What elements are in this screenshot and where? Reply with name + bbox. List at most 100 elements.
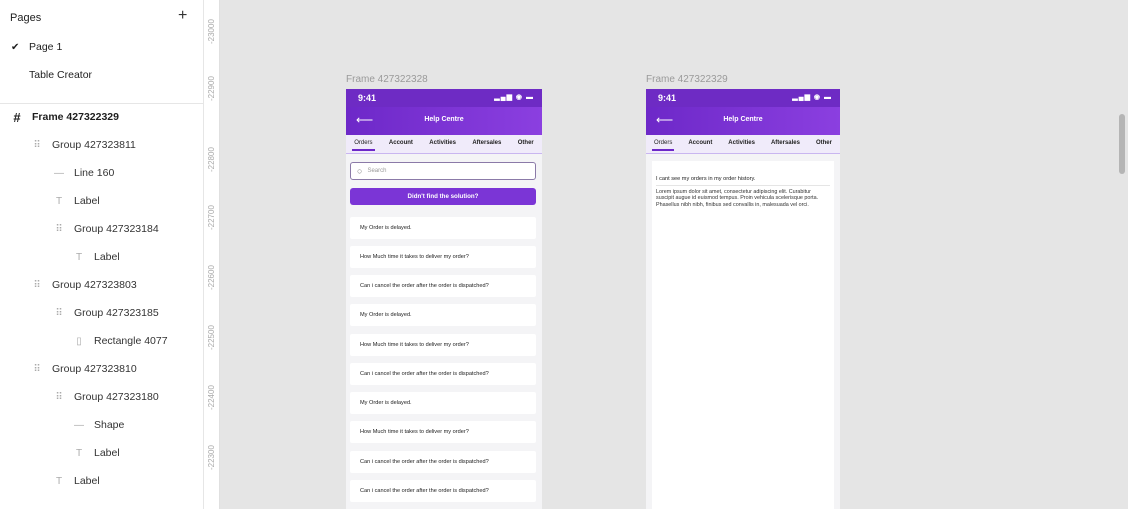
frame-title[interactable]: Frame 427322328: [346, 74, 428, 85]
frame-title[interactable]: Frame 427322329: [646, 74, 728, 85]
layer-label: Label: [74, 195, 100, 207]
tab-orders[interactable]: Orders: [352, 140, 375, 151]
layer-label: Line 160: [74, 167, 115, 179]
ruler-tick: -22700: [207, 205, 216, 230]
status-bar: 9:41 ▂▄▆ ◉ ▬: [346, 89, 542, 107]
canvas-scrollbar[interactable]: [1119, 114, 1125, 174]
layer-item[interactable]: — Shape: [0, 414, 203, 436]
group-icon: ⠿: [55, 391, 63, 403]
layer-label: Group 427323811: [52, 139, 136, 151]
page-item-page-1[interactable]: ✔ Page 1: [0, 37, 203, 57]
faq-item[interactable]: My Order is delayed.: [350, 304, 536, 326]
group-icon: ⠿: [55, 307, 63, 319]
layer-frame[interactable]: # Frame 427322329: [0, 106, 203, 128]
app-bar-title: Help Centre: [723, 116, 763, 123]
didnt-find-solution-button[interactable]: Didn't find the solution?: [350, 188, 536, 205]
group-icon: ⠿: [55, 223, 63, 235]
text-icon: T: [75, 251, 83, 263]
phone-frame-help-list[interactable]: 9:41 ▂▄▆ ◉ ▬ ⟵ Help Centre Orders Accoun…: [346, 89, 542, 509]
layer-label: Group 427323803: [52, 279, 137, 291]
status-bar: 9:41 ▂▄▆ ◉ ▬: [646, 89, 840, 107]
line-icon: —: [54, 167, 64, 179]
layer-item[interactable]: ⠿ Group 427323810: [0, 358, 203, 380]
ruler-tick: -22800: [207, 147, 216, 172]
answer-question: I cant see my orders in my order history…: [656, 176, 756, 182]
faq-item[interactable]: How Much time it takes to deliver my ord…: [350, 334, 536, 356]
panel-divider: [0, 103, 203, 104]
line-icon: —: [74, 419, 84, 431]
page-label: Table Creator: [29, 69, 93, 81]
layer-item[interactable]: ⠿ Group 427323185: [0, 302, 203, 324]
ruler-tick: -22500: [207, 325, 216, 350]
faq-item[interactable]: Can i cancel the order after the order i…: [350, 363, 536, 385]
figma-editor: Pages + ✔ Page 1 Table Creator # Frame 4…: [0, 0, 1128, 509]
layer-label: Label: [94, 447, 120, 459]
tab-account[interactable]: Account: [688, 140, 712, 149]
app-bar: ⟵ Help Centre: [346, 107, 542, 135]
layer-label: Label: [74, 475, 100, 487]
layer-item[interactable]: T Label: [0, 190, 203, 212]
layer-label: Group 427323184: [74, 223, 159, 235]
answer-card: I cant see my orders in my order history…: [652, 161, 834, 509]
text-icon: T: [55, 475, 63, 487]
tab-activities[interactable]: Activities: [429, 140, 456, 149]
layer-label: Group 427323810: [52, 363, 137, 375]
rectangle-icon: ▯: [76, 335, 82, 347]
tab-aftersales[interactable]: Aftersales: [472, 140, 501, 149]
ruler-tick: -23000: [207, 19, 216, 44]
status-time: 9:41: [658, 93, 677, 103]
tab-activities[interactable]: Activities: [728, 140, 755, 149]
layer-item[interactable]: T Label: [0, 470, 203, 492]
tab-account[interactable]: Account: [389, 140, 413, 149]
search-placeholder: Search: [367, 168, 387, 174]
pages-header: Pages: [10, 12, 42, 24]
group-icon: ⠿: [33, 139, 41, 151]
category-tabs: Orders Account Activities Aftersales Oth…: [646, 135, 840, 154]
faq-item[interactable]: Can i cancel the order after the order i…: [350, 480, 536, 502]
signal-wifi-battery-icon: ▂▄▆ ◉ ▬: [792, 94, 832, 101]
faq-item[interactable]: How Much time it takes to deliver my ord…: [350, 421, 536, 443]
page-label: Page 1: [29, 41, 63, 53]
layer-label: Rectangle 4077: [94, 335, 168, 347]
ruler-tick: -22300: [207, 445, 216, 470]
search-icon: ○: [357, 166, 363, 176]
app-bar-title: Help Centre: [424, 116, 464, 123]
text-icon: T: [75, 447, 83, 459]
tab-orders[interactable]: Orders: [651, 140, 675, 151]
page-item-table-creator[interactable]: Table Creator: [0, 65, 203, 85]
layer-label: Group 427323180: [74, 391, 159, 403]
layer-item[interactable]: T Label: [0, 246, 203, 268]
text-icon: T: [55, 195, 63, 207]
group-icon: ⠿: [33, 279, 41, 291]
plus-icon[interactable]: +: [178, 8, 187, 24]
layer-item[interactable]: ⠿ Group 427323811: [0, 134, 203, 156]
layer-item[interactable]: T Label: [0, 442, 203, 464]
design-canvas[interactable]: Frame 427322328 9:41 ▂▄▆ ◉ ▬ ⟵ Help Cent…: [221, 0, 1128, 509]
layer-item[interactable]: ⠿ Group 427323184: [0, 218, 203, 240]
layer-item[interactable]: ⠿ Group 427323803: [0, 274, 203, 296]
layer-label: Frame 427322329: [32, 111, 119, 123]
faq-item[interactable]: How Much time it takes to deliver my ord…: [350, 246, 536, 268]
frame-icon: #: [13, 109, 21, 125]
tab-aftersales[interactable]: Aftersales: [771, 140, 800, 149]
status-time: 9:41: [358, 93, 377, 103]
layer-label: Shape: [94, 419, 125, 431]
check-icon: ✔: [11, 41, 20, 53]
vertical-ruler: -23000 -22900 -22800 -22700 -22600 -2250…: [204, 0, 220, 509]
faq-item[interactable]: Can i cancel the order after the order i…: [350, 451, 536, 473]
tab-other[interactable]: Other: [518, 140, 534, 149]
answer-divider: [656, 185, 830, 186]
faq-item[interactable]: My Order is delayed.: [350, 392, 536, 414]
faq-item[interactable]: My Order is delayed.: [350, 217, 536, 239]
layer-item[interactable]: — Line 160: [0, 162, 203, 184]
layer-item[interactable]: ▯ Rectangle 4077: [0, 330, 203, 352]
faq-item[interactable]: Can i cancel the order after the order i…: [350, 275, 536, 297]
layer-item[interactable]: ⠿ Group 427323180: [0, 386, 203, 408]
search-input[interactable]: ○ Search: [350, 162, 536, 180]
phone-frame-help-answer[interactable]: 9:41 ▂▄▆ ◉ ▬ ⟵ Help Centre Orders Accoun…: [646, 89, 840, 509]
signal-wifi-battery-icon: ▂▄▆ ◉ ▬: [494, 94, 534, 101]
tab-other[interactable]: Other: [816, 140, 832, 149]
ruler-tick: -22900: [207, 76, 216, 101]
answer-text: Lorem ipsum dolor sit amet, consectetur …: [656, 189, 819, 208]
app-bar: ⟵ Help Centre: [646, 107, 840, 135]
